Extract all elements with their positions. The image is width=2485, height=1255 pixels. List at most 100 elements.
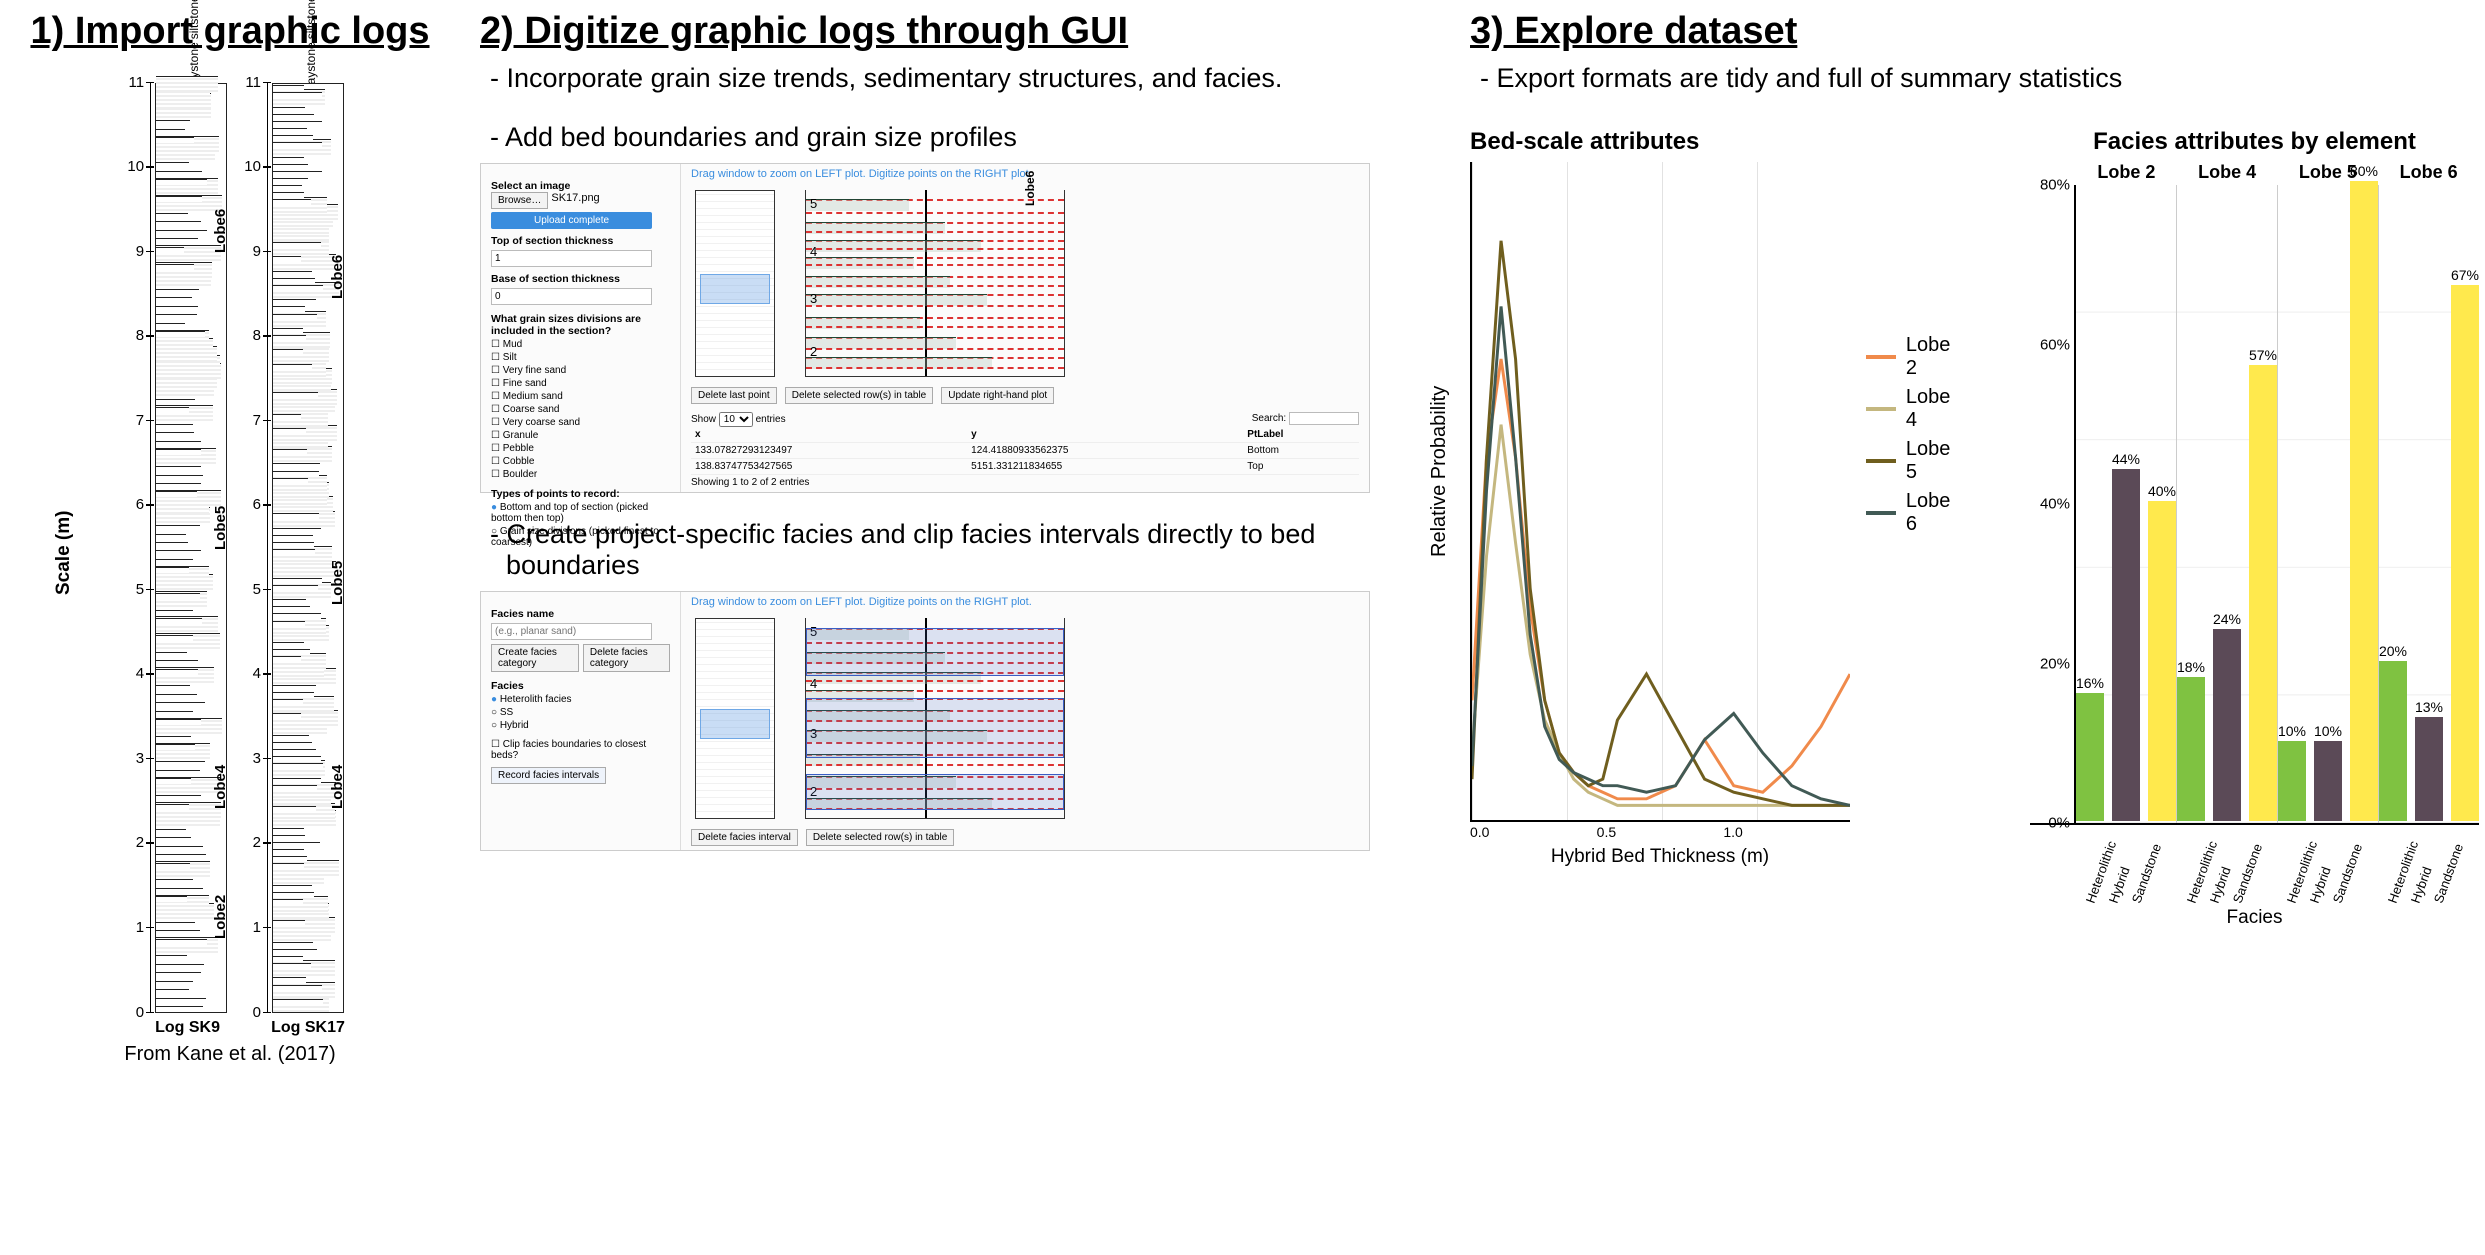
bar: 10%	[2278, 723, 2306, 823]
digitize-plot-right[interactable]: Lobe6 5432	[805, 190, 1065, 377]
base-thickness-input[interactable]	[491, 288, 652, 305]
clip-checkbox[interactable]: Clip facies boundaries to closest beds?	[491, 739, 670, 761]
scale-axis: Scale (m) 01234567891011	[133, 83, 151, 1013]
gui-left-controls: Select an image Browse… SK17.png Upload …	[481, 164, 681, 492]
section2-bullet-panel2: - Create project-specific facies and cli…	[506, 519, 1370, 581]
update-plot-button[interactable]: Update right-hand plot	[941, 387, 1054, 404]
grain-division-checkbox[interactable]: Cobble	[491, 456, 670, 467]
facies-list-label: Facies	[491, 680, 670, 692]
grain-division-checkbox[interactable]: Pebble	[491, 443, 670, 454]
bar-panel: 10%10%80%	[2277, 185, 2378, 823]
top-thickness-label: Top of section thickness	[491, 235, 670, 247]
section-import: 1) Import graphic logs Scale (m) 0123456…	[20, 10, 440, 1066]
bar-panel: 16%44%40%	[2076, 185, 2176, 823]
delete-facies-button[interactable]: Delete facies category	[583, 644, 670, 672]
facies-name-label: Facies name	[491, 608, 670, 620]
record-facies-button[interactable]: Record facies intervals	[491, 767, 606, 784]
legend-item: Lobe 5	[1866, 438, 1957, 484]
entries-select[interactable]: 10	[719, 412, 753, 427]
points-table: Show 10 entries Search: x y	[681, 408, 1369, 492]
section3-title: 3) Explore dataset	[1470, 10, 2460, 53]
grain-division-checkbox[interactable]: Coarse sand	[491, 404, 670, 415]
section2-bullet-intro: - Incorporate grain size trends, sedimen…	[506, 63, 1370, 94]
delete-last-point-button[interactable]: Delete last point	[691, 387, 777, 404]
table-row[interactable]: 138.837477534275655151.331211834655Top	[691, 459, 1359, 475]
bar-panel: 18% 24% 57%	[2176, 185, 2277, 823]
bar: 16%	[2076, 675, 2104, 823]
gui-instruction-2: Drag window to zoom on LEFT plot. Digiti…	[681, 592, 1369, 612]
bar-panel-label: Lobe 4	[2198, 162, 2256, 183]
select-image-label: Select an image	[491, 180, 670, 192]
section3-bullet: - Export formats are tidy and full of su…	[1496, 63, 2460, 94]
facies-opt-hybrid[interactable]: Hybrid	[491, 720, 670, 731]
log-sk17: 01234567891011 claystone siltstone very …	[271, 83, 345, 1037]
facies-name-input[interactable]	[491, 623, 652, 640]
facies-bar-chart: Facies attributes by element Lobe 2 Lobe …	[2030, 128, 2479, 929]
bar-xaxis-title: Facies	[2030, 907, 2479, 929]
digitize-plot-right-2[interactable]: 5432	[805, 618, 1065, 819]
upload-button[interactable]: Upload complete	[491, 212, 652, 229]
scale-axis-sk17: 01234567891011	[250, 83, 268, 1013]
grain-division-checkbox[interactable]: Mud	[491, 339, 670, 350]
grain-division-checkbox[interactable]: Boulder	[491, 469, 670, 480]
gui-action-buttons: Delete last point Delete selected row(s)…	[681, 383, 1369, 408]
table-search-input[interactable]	[1289, 412, 1359, 425]
citation-text: From Kane et al. (2017)	[20, 1043, 440, 1066]
bar: 13%	[2415, 699, 2443, 823]
bar-panel: 20% 13% 67%	[2378, 185, 2479, 823]
bar-chart-title: Facies attributes by element	[2030, 128, 2479, 156]
section1-title: 1) Import graphic logs	[20, 10, 440, 53]
grain-division-checkbox[interactable]: Medium sand	[491, 391, 670, 402]
density-xticks: 0.0 0.5 1.0	[1470, 822, 1850, 840]
table-row[interactable]: 133.07827293123497124.41880933562375Bott…	[691, 443, 1359, 459]
zoom-window[interactable]	[700, 274, 770, 304]
gui-panel-facies: Facies name Create facies category Delet…	[480, 591, 1370, 851]
grain-division-checkbox[interactable]: Silt	[491, 352, 670, 363]
legend-item: Lobe 4	[1866, 386, 1957, 432]
bar: 44%	[2112, 451, 2140, 823]
density-xlabel: Hybrid Bed Thickness (m)	[1470, 846, 1850, 868]
density-plot-area: Relative Probability	[1470, 162, 1850, 822]
density-chart-title: Bed-scale attributes	[1470, 128, 1850, 156]
graphic-logs-figure: Scale (m) 01234567891011 claystone silts…	[20, 83, 440, 1037]
bar-panel-label: Lobe 6	[2400, 162, 2458, 183]
zoom-window-2[interactable]	[700, 709, 770, 739]
bar: 57%	[2249, 347, 2277, 823]
delete-selected-row-button-2[interactable]: Delete selected row(s) in table	[806, 829, 955, 846]
legend-item: Lobe 2	[1866, 334, 1957, 380]
bar: 10%	[2314, 723, 2342, 823]
facies-opt-heterolith[interactable]: Heterolith facies	[491, 694, 670, 705]
grain-division-checkbox[interactable]: Granule	[491, 430, 670, 441]
strat-column-sk17: Lobe4Lobe5Lobe6	[272, 83, 344, 1013]
points-type-label: Types of points to record:	[491, 488, 670, 500]
bar: 80%	[2350, 163, 2378, 823]
gui-left-facies-controls: Facies name Create facies category Delet…	[481, 592, 681, 850]
bar: 67%	[2451, 267, 2479, 823]
file-name-display: SK17.png	[551, 192, 599, 209]
top-thickness-input[interactable]	[491, 250, 652, 267]
grain-division-checkbox[interactable]: Very coarse sand	[491, 417, 670, 428]
zoom-plot-left[interactable]	[695, 190, 775, 377]
browse-button[interactable]: Browse…	[491, 192, 548, 209]
zoom-plot-left-2[interactable]	[695, 618, 775, 819]
delete-row-button[interactable]: Delete selected row(s) in table	[785, 387, 934, 404]
bar-xlabels: HeterolithicHybridSandstoneHeterolithicH…	[2076, 825, 2479, 905]
bar-panel-strip: Lobe 2Lobe 4Lobe 5Lobe 6	[2076, 162, 2479, 183]
bar: 18%	[2177, 659, 2205, 823]
grain-division-checkbox[interactable]: Fine sand	[491, 378, 670, 389]
density-legend: Lobe 2 Lobe 4 Lobe 5 Lobe 6	[1866, 328, 1957, 542]
log-sk9: Scale (m) 01234567891011 claystone silts…	[155, 83, 227, 1037]
create-facies-button[interactable]: Create facies category	[491, 644, 579, 672]
grain-division-checkbox[interactable]: Very fine sand	[491, 365, 670, 376]
bar: 24%	[2213, 611, 2241, 823]
delete-facies-interval-button[interactable]: Delete facies interval	[691, 829, 798, 846]
grain-size-header: claystone siltstone very fine fine mediu…	[304, 0, 318, 93]
bar-panel-label: Lobe 2	[2097, 162, 2155, 183]
grain-divisions-label: What grain sizes divisions are included …	[491, 313, 670, 337]
base-thickness-label: Base of section thickness	[491, 273, 670, 285]
bar: 20%	[2379, 643, 2407, 823]
facies-opt-ss[interactable]: SS	[491, 707, 670, 718]
bar-panels: 16%44%40%18%24%57%10%10%80%20%13%67%	[2076, 185, 2479, 823]
table-footer: Showing 1 to 2 of 2 entries	[691, 477, 1359, 488]
legend-item: Lobe 6	[1866, 490, 1957, 536]
